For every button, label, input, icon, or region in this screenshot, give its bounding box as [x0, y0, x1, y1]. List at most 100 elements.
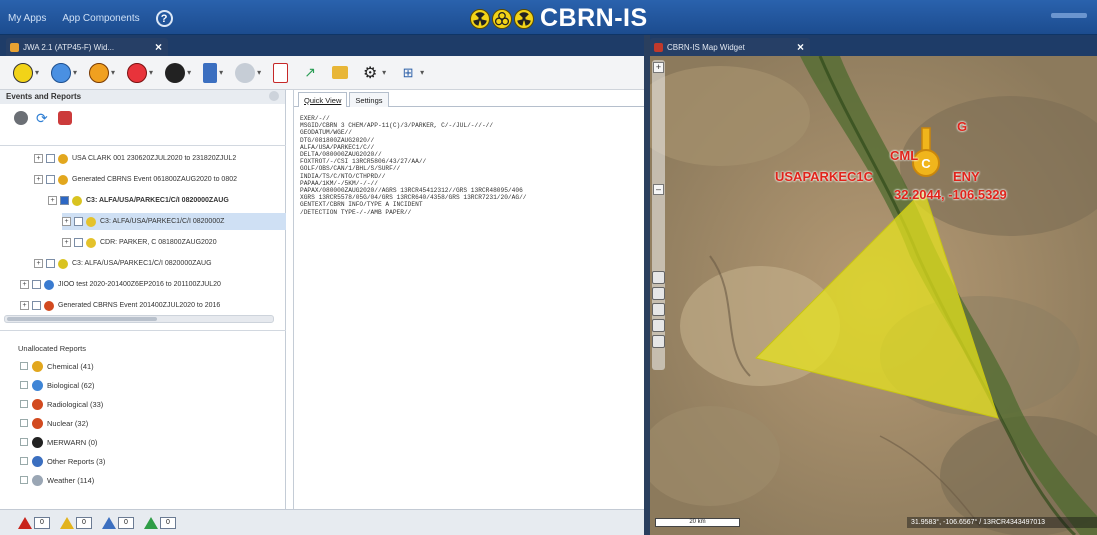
events-tree: + USA CLARK 001 230620ZJUL2020 to 231820Z…: [0, 145, 286, 313]
top-bar: My Apps App Components ? CBRN-IS: [0, 0, 1097, 35]
report-menu-button[interactable]: ▾: [203, 62, 223, 83]
chemical-menu-button[interactable]: ▾: [13, 62, 39, 83]
events-panel-title: Events and Reports: [6, 92, 82, 101]
layers-tool-icon[interactable]: [652, 319, 665, 332]
tree-row[interactable]: + C3: ALFA/USA/PARKEC1/C/I 0820000ZAUG: [34, 255, 286, 272]
alert-count: 0: [34, 516, 50, 529]
tree-row[interactable]: + CDR: PARKER, C 081800ZAUG2020: [62, 234, 286, 251]
my-apps-link[interactable]: My Apps: [8, 13, 46, 24]
tree-row-label: JIOO test 2020-201400Z6EP2016 to 201100Z…: [58, 281, 221, 288]
top-right-control[interactable]: [1051, 13, 1087, 18]
close-icon[interactable]: ×: [797, 40, 804, 54]
hierarchy-menu-button[interactable]: ⊞ ▾: [398, 63, 424, 83]
unallocated-reports: Unallocated Reports Chemical (41) Biologi…: [0, 330, 286, 510]
merwarn-menu-button[interactable]: ▾: [165, 62, 191, 83]
chart-button[interactable]: ↗: [300, 63, 320, 83]
unallocated-item[interactable]: Radiological (33): [20, 396, 103, 412]
expand-toggle-icon[interactable]: +: [62, 217, 71, 226]
unallocated-item[interactable]: Biological (62): [20, 377, 95, 393]
tree-checkbox[interactable]: [46, 175, 55, 184]
unallocated-item[interactable]: Chemical (41): [20, 358, 94, 374]
tree-row[interactable]: + Generated CBRNS Event 201400ZJUL2020 to…: [20, 297, 286, 313]
tree-row-label: C3: ALFA/USA/PARKEC1/C/I 0820000Z: [100, 218, 225, 225]
tree-row[interactable]: + USA CLARK 001 230620ZJUL2020 to 231820Z…: [34, 150, 286, 167]
weather-menu-button[interactable]: ▾: [235, 62, 261, 83]
help-icon[interactable]: ?: [155, 10, 173, 27]
unallocated-item[interactable]: Nuclear (32): [20, 415, 88, 431]
expand-toggle-icon[interactable]: [20, 419, 28, 427]
pdf-button[interactable]: [273, 62, 289, 83]
alert-counter[interactable]: 0: [60, 516, 92, 529]
tree-checkbox[interactable]: [32, 280, 41, 289]
expand-toggle-icon[interactable]: [20, 476, 28, 484]
event-type-icon: [86, 237, 96, 248]
alert-counter[interactable]: 0: [102, 516, 134, 529]
unallocated-item[interactable]: MERWARN (0): [20, 434, 97, 450]
expand-toggle-icon[interactable]: +: [34, 154, 43, 163]
unallocated-item[interactable]: Weather (114): [20, 472, 94, 488]
expand-toggle-icon[interactable]: +: [20, 301, 29, 310]
event-type-icon: [58, 153, 68, 164]
folder-button[interactable]: [332, 66, 349, 79]
settings-menu-button[interactable]: ⚙ ▾: [360, 63, 386, 83]
message-text: EXER/-// MSGID/CBRN 3 CHEM/APP-11(C)/3/P…: [300, 115, 527, 216]
tab-jwa-widget[interactable]: JWA 2.1 (ATP45-F) Wid... ×: [6, 38, 168, 56]
tree-checkbox[interactable]: [60, 196, 69, 205]
horizontal-scrollbar[interactable]: [4, 315, 274, 323]
alert-counter[interactable]: 0: [144, 516, 176, 529]
pan-tool-icon[interactable]: [652, 271, 665, 284]
tree-row[interactable]: + Generated CBRNS Event 061800ZAUG2020 to…: [34, 171, 286, 188]
expand-toggle-icon[interactable]: +: [20, 280, 29, 289]
remove-icon[interactable]: [14, 111, 28, 125]
filter-icon[interactable]: [58, 111, 72, 125]
event-type-icon: [72, 195, 82, 206]
expand-toggle-icon[interactable]: [20, 400, 28, 408]
folder-icon: [332, 66, 349, 79]
tab-settings[interactable]: Settings: [349, 92, 389, 107]
expand-toggle-icon[interactable]: +: [62, 238, 71, 247]
zoom-in-button[interactable]: +: [653, 62, 664, 73]
scroll-thumb[interactable]: [7, 317, 157, 321]
tree-checkbox[interactable]: [46, 154, 55, 163]
select-tool-icon[interactable]: [652, 287, 665, 300]
expand-toggle-icon[interactable]: [20, 381, 28, 389]
app-components-link[interactable]: App Components: [62, 13, 139, 24]
satellite-map[interactable]: C: [650, 56, 1097, 535]
tree-checkbox[interactable]: [74, 238, 83, 247]
expand-toggle-icon[interactable]: +: [48, 196, 57, 205]
tree-row-label: USA CLARK 001 230620ZJUL2020 to 231820ZJ…: [72, 155, 237, 162]
tree-checkbox[interactable]: [32, 301, 41, 310]
expand-toggle-icon[interactable]: [20, 362, 28, 370]
tree-checkbox[interactable]: [74, 217, 83, 226]
measure-tool-icon[interactable]: [652, 303, 665, 316]
warning-triangle-icon: [144, 516, 158, 529]
radiological-menu-button[interactable]: ▾: [89, 62, 115, 83]
alert-counter[interactable]: 0: [18, 516, 50, 529]
tree-row[interactable]: + JIOO test 2020-201400Z6EP2016 to 201100…: [20, 276, 286, 293]
expand-toggle-icon[interactable]: +: [34, 259, 43, 268]
tab-map-widget[interactable]: CBRN-IS Map Widget ×: [650, 38, 810, 56]
close-icon[interactable]: ×: [155, 40, 162, 54]
tab-quick-view[interactable]: Quick View: [298, 92, 348, 107]
map-view[interactable]: C G CML USAPARKEC1C ENY 32.2044, -106.53…: [650, 56, 1097, 535]
nuclear-trefoil-icon: [514, 8, 534, 29]
event-type-icon: [44, 300, 54, 311]
nuclear-menu-button[interactable]: ▾: [127, 62, 153, 83]
tree-row[interactable]: + C3: ALFA/USA/PARKEC1/C/I 0820000ZAUG: [48, 192, 286, 209]
status-bar: 0 0 0 0: [0, 509, 644, 535]
print-tool-icon[interactable]: [652, 335, 665, 348]
tree-checkbox[interactable]: [46, 259, 55, 268]
collapse-icon[interactable]: [269, 91, 279, 101]
biohazard-icon: [492, 8, 512, 29]
chemical-icon: [13, 62, 33, 83]
expand-toggle-icon[interactable]: [20, 457, 28, 465]
expand-toggle-icon[interactable]: +: [34, 175, 43, 184]
message-panel: Quick View Settings EXER/-// MSGID/CBRN …: [293, 90, 644, 509]
refresh-icon[interactable]: ⟳: [36, 111, 50, 125]
events-actions: ⟳: [0, 104, 285, 132]
tree-row[interactable]: + C3: ALFA/USA/PARKEC1/C/I 0820000Z: [62, 213, 286, 230]
zoom-slider-handle[interactable]: –: [653, 184, 664, 195]
biological-menu-button[interactable]: ▾: [51, 62, 77, 83]
expand-toggle-icon[interactable]: [20, 438, 28, 446]
unallocated-item[interactable]: Other Reports (3): [20, 453, 105, 469]
